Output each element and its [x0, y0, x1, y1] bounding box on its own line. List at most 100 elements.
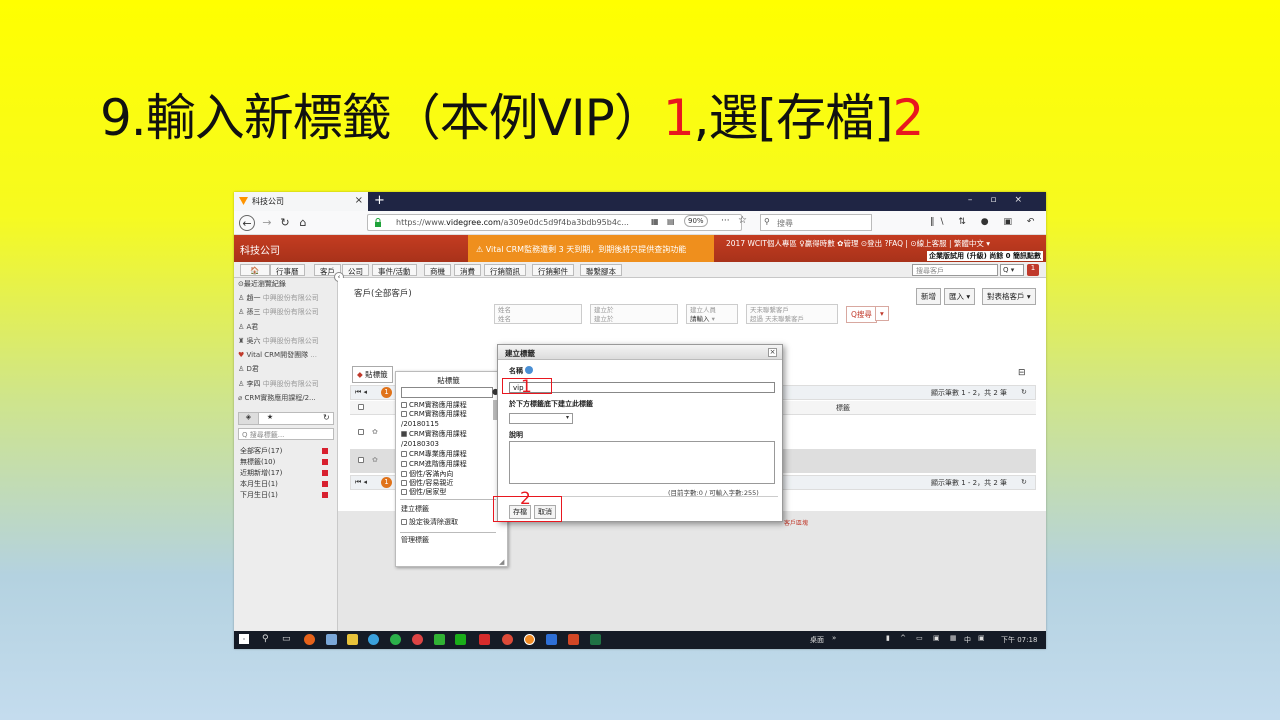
refresh-icon[interactable]: ↻	[323, 413, 330, 422]
chrome-icon[interactable]	[502, 634, 513, 645]
new-button[interactable]: 新增	[916, 288, 941, 305]
created-filter[interactable]: 建立於 建立於	[590, 304, 678, 324]
excel-icon[interactable]	[590, 634, 601, 645]
search-icon[interactable]: ⚲	[262, 634, 269, 644]
reader-icon[interactable]: ▤	[667, 217, 675, 226]
recent-item[interactable]: ♙ 孫三 中興股份有限公司	[238, 307, 319, 317]
unreached-filter[interactable]: 天未聯繫客戶 超過 天未聯繫客戶	[746, 304, 838, 324]
ime-indicator[interactable]: 中	[964, 635, 971, 645]
tag-search-input[interactable]: Q 搜尋標籤...	[238, 428, 334, 440]
parent-tag-select[interactable]: ▾	[509, 413, 573, 424]
tag-icon[interactable]: ◈	[239, 413, 259, 424]
count-recent[interactable]: 近期新增(17)	[240, 468, 282, 478]
customer-search-select[interactable]: Q ▾	[1000, 264, 1024, 276]
zoom-level[interactable]: 90%	[684, 215, 708, 227]
creator-filter[interactable]: 建立人員 請輸入 ▾	[686, 304, 738, 324]
count-birthday-next-month[interactable]: 下月生日(1)	[240, 490, 278, 500]
page-number[interactable]: 1	[381, 477, 392, 488]
recent-item[interactable]: ⌀ CRM實務應用課程/2...	[238, 393, 316, 403]
recent-item[interactable]: ♙ D君	[238, 364, 259, 374]
tag-option[interactable]: CRM專業應用課程	[401, 450, 467, 458]
recent-item[interactable]: ♙ 李四 中興股份有限公司	[238, 379, 319, 389]
gear-icon[interactable]: ✿	[372, 428, 378, 436]
top-menu[interactable]: 2017 WCIT個人專區 ♀贏得時數 ✿管理 ⊙登出 ?FAQ | ⊙線上客服…	[726, 238, 990, 249]
row-checkbox[interactable]	[358, 457, 364, 463]
recent-item[interactable]: ♙ 趙一 中興股份有限公司	[238, 293, 319, 303]
menu-companies[interactable]: 公司	[342, 264, 369, 276]
gear-icon[interactable]: ✿	[372, 456, 378, 464]
desktop-label[interactable]: 桌面	[810, 635, 824, 645]
customer-search-input[interactable]: 搜尋客戶	[912, 264, 998, 276]
folder-icon[interactable]	[347, 634, 358, 645]
tag-option[interactable]: CRM實務應用課程	[401, 410, 467, 418]
row-checkbox[interactable]	[358, 429, 364, 435]
forward-icon[interactable]: →	[259, 215, 275, 231]
menu-opportunities[interactable]: 商機	[424, 264, 451, 276]
refresh-icon[interactable]: ↻	[1021, 388, 1027, 396]
more-icon[interactable]: ···	[721, 216, 730, 226]
back-icon[interactable]: ←	[239, 215, 255, 231]
browser-tab[interactable]: 科技公司 ×	[234, 192, 368, 211]
tag-option[interactable]: 個性/居家型	[401, 488, 446, 496]
menu-calendar[interactable]: 行事曆	[270, 264, 305, 276]
count-all[interactable]: 全部客戶(17)	[240, 446, 282, 456]
firefox-active-icon[interactable]	[524, 634, 535, 645]
refresh-icon[interactable]: ↻	[1021, 478, 1027, 486]
app-icon[interactable]	[368, 634, 379, 645]
word-icon[interactable]	[546, 634, 557, 645]
page-number[interactable]: 1	[381, 387, 392, 398]
notification-badge[interactable]: 1	[1027, 264, 1039, 276]
vivaldi-icon[interactable]	[479, 634, 490, 645]
resize-handle[interactable]: ◢	[499, 558, 504, 566]
menu-events[interactable]: 事件/活動	[372, 264, 417, 276]
chrome-icon[interactable]	[412, 634, 423, 645]
menu-home[interactable]: 🏠	[240, 264, 270, 276]
description-textarea[interactable]	[509, 441, 775, 484]
recent-item[interactable]: ♥ Vital CRM開發團隊 ...	[238, 350, 317, 360]
close-icon[interactable]: ×	[768, 348, 777, 357]
powerpoint-icon[interactable]	[568, 634, 579, 645]
edition-info[interactable]: 企業版試用 (升級) 尚餘 0 簡訊點數	[926, 251, 1043, 261]
bookmark-star-icon[interactable]: ☆	[738, 215, 747, 226]
pager-first-icon[interactable]: ⏮ ◂	[355, 478, 367, 487]
browser-search[interactable]: 搜尋	[760, 214, 872, 231]
count-birthday-this-month[interactable]: 本月生日(1)	[240, 479, 278, 489]
name-filter[interactable]: 姓名 姓名	[494, 304, 582, 324]
star-tab[interactable]: ★	[259, 413, 281, 424]
window-controls[interactable]: –▫×	[968, 195, 1040, 205]
menu-sms[interactable]: 行銷簡訊	[484, 264, 526, 276]
task-view-icon[interactable]: ▭	[282, 634, 291, 644]
tag-option[interactable]: CRM進階應用課程	[401, 460, 467, 468]
menu-consumption[interactable]: 消費	[454, 264, 481, 276]
tag-option[interactable]: CRM實務應用課程	[401, 430, 467, 438]
count-untagged[interactable]: 無標籤(10)	[240, 457, 275, 467]
import-button[interactable]: 匯入 ▾	[944, 288, 976, 305]
tag-option[interactable]: 個性/客滿內向	[401, 470, 453, 478]
menu-scripts[interactable]: 聯繫腳本	[580, 264, 622, 276]
chevron-icon[interactable]: »	[832, 634, 836, 642]
search-options-button[interactable]: ▾	[875, 306, 889, 321]
line-icon[interactable]	[434, 634, 445, 645]
app-name[interactable]: 科技公司	[240, 242, 280, 257]
create-tag-link[interactable]: 建立標籤	[401, 505, 429, 513]
app-icon[interactable]	[326, 634, 337, 645]
tray-icons[interactable]: ▮ ^ ▭ ▣ ▦	[886, 634, 960, 642]
firefox-icon[interactable]	[304, 634, 315, 645]
reload-icon[interactable]: ↻	[277, 215, 293, 231]
recent-item[interactable]: ♙ A君	[238, 322, 258, 332]
qr-icon[interactable]: ▦	[651, 217, 659, 226]
close-tab-icon[interactable]: ×	[355, 195, 363, 206]
manage-tags-link[interactable]: 管理標籤	[401, 536, 429, 544]
clear-after-option[interactable]: 設定後清除選取	[401, 518, 458, 526]
ime-icon[interactable]: ▣	[978, 634, 985, 642]
expand-icon[interactable]: ⊟	[1018, 368, 1026, 378]
recent-item[interactable]: ♜ 吳六 中興股份有限公司	[238, 336, 319, 346]
wechat-icon[interactable]	[455, 634, 466, 645]
select-all-checkbox[interactable]	[358, 404, 364, 410]
tag-option[interactable]: 個性/容易親近	[401, 479, 453, 487]
red-link[interactable]: 客戶區塊	[784, 518, 808, 527]
tag-popup-search[interactable]	[401, 387, 493, 398]
menu-email[interactable]: 行銷郵件	[532, 264, 574, 276]
home-icon[interactable]: ⌂	[295, 215, 311, 231]
new-tab-icon[interactable]: +	[374, 193, 385, 208]
